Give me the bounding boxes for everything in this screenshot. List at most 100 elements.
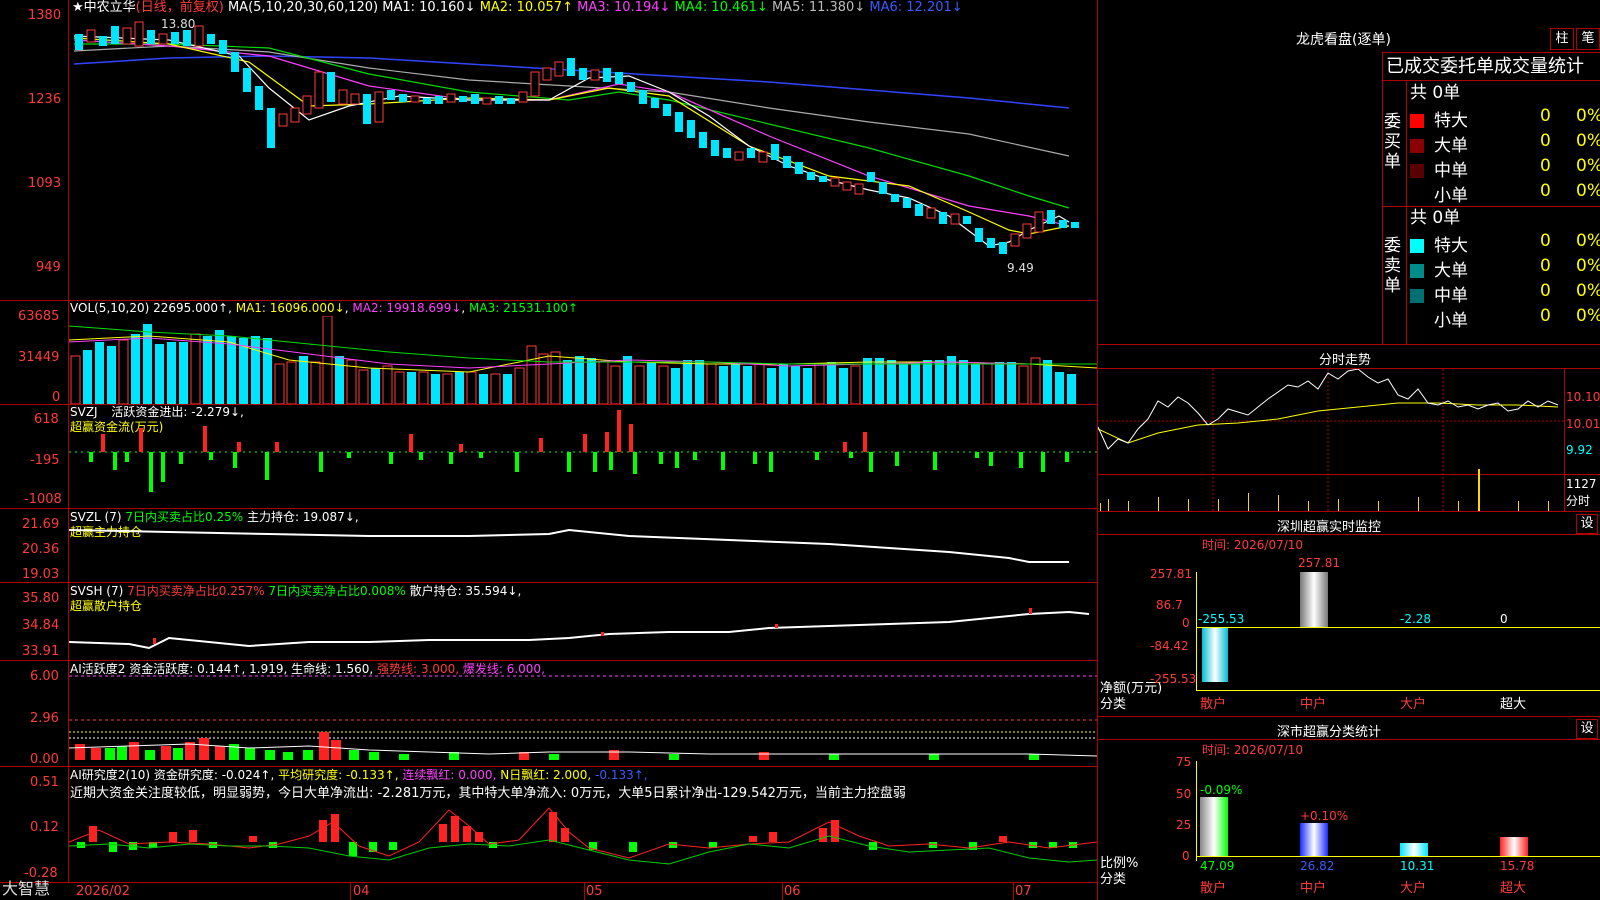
- ai-research-last: -0.133↑,: [595, 768, 648, 782]
- sz-monitor-bar-mid: [1300, 572, 1328, 627]
- sz-stats-tick-2: 50: [1176, 787, 1192, 801]
- buy-side-label: 委买单: [1384, 112, 1401, 172]
- sz-stats-cat-2: 中户: [1300, 881, 1327, 896]
- intraday-chart[interactable]: [1098, 369, 1564, 511]
- lhb-panel: 龙虎看盘(逐单) 柱 笔 已成交委托单成交量统计 委买单 委卖单 共 0单 特大…: [1098, 0, 1600, 344]
- svzj-tick-3: -1008: [24, 492, 62, 507]
- sz-monitor-cat-3: 大户: [1400, 697, 1427, 712]
- sz-stats-settings-button[interactable]: 设: [1576, 719, 1598, 739]
- sz-stats-top-1: -0.09%: [1200, 783, 1243, 797]
- ma1-value: MA1: 10.160↓: [382, 0, 476, 15]
- sell-row-xl: 特大 0 0%: [1410, 231, 1600, 256]
- ma4-value: MA4: 10.461↓: [674, 0, 768, 15]
- sell-row-value: 0: [1540, 306, 1551, 326]
- buy-total: 共 0单: [1410, 83, 1461, 103]
- ai-research-chart[interactable]: [69, 800, 1097, 882]
- s-color-swatch: [1410, 189, 1424, 203]
- vol-header: VOL(5,10,20) 22695.000↑, MA1: 16096.000↓…: [70, 301, 579, 315]
- sz-monitor-bar-retail: [1202, 628, 1228, 682]
- sell-row-label: 小单: [1434, 311, 1468, 331]
- sz-stats-bar-xl: [1500, 837, 1528, 856]
- vol-tick-1: 63685: [18, 309, 60, 324]
- price-tick-4: 949: [36, 260, 61, 275]
- pen-toggle-button[interactable]: 笔: [1576, 28, 1600, 50]
- sell-row-label: 特大: [1434, 236, 1468, 256]
- buy-row-s: 小单 0 0%: [1410, 181, 1600, 206]
- svzl-tick-1: 21.69: [22, 517, 60, 532]
- ai-active-tick-1: 6.00: [30, 669, 59, 684]
- buy-row-value: 0: [1540, 181, 1551, 201]
- intraday-vol-tick: 1127: [1566, 477, 1597, 491]
- sell-total: 共 0单: [1410, 208, 1461, 228]
- price-chart[interactable]: 13.80 9.49: [69, 16, 1097, 300]
- intraday-tick-3: 9.92: [1566, 443, 1593, 457]
- intraday-title: 分时走势: [1319, 353, 1372, 368]
- ma5-value: MA5: 11.380↓: [771, 0, 866, 15]
- brand-label: 大智慧: [2, 879, 51, 898]
- intraday-panel[interactable]: 分时走势 10.10 10.01 9.92 1127 分时: [1098, 345, 1600, 512]
- vol-ma2: MA2: 19918.699↓: [352, 301, 462, 315]
- sz-monitor-val-4: 0: [1500, 612, 1508, 626]
- sz-stats-bar-large: [1400, 843, 1428, 856]
- sz-stats-unit1: 比例%: [1100, 856, 1139, 871]
- svsh-tick-3: 33.91: [22, 644, 60, 659]
- sz-monitor-settings-button[interactable]: 设: [1576, 514, 1598, 534]
- lhb-title: 龙虎看盘(逐单): [1296, 32, 1391, 48]
- svsh-tick-2: 34.84: [22, 618, 60, 633]
- sell-row-value: 0: [1540, 256, 1551, 276]
- sell-row-label: 中单: [1434, 286, 1468, 306]
- low-mark: 9.49: [1007, 261, 1034, 275]
- ai-research-label: AI研究度2(10): [70, 768, 151, 782]
- buy-row-l: 大单 0 0%: [1410, 131, 1600, 156]
- buy-row-value: 0: [1540, 106, 1551, 126]
- sz-monitor-tick-1: 257.81: [1150, 567, 1192, 581]
- sz-stats-tick-1: 75: [1176, 755, 1192, 769]
- svsh-chart[interactable]: [69, 586, 1097, 660]
- ai-research-summary: 近期大资金关注度较低，明显弱势，今日大单净流出: -2.281万元，其中特大单净…: [70, 786, 906, 801]
- sz-stats-cat-3: 大户: [1400, 881, 1427, 896]
- price-tick-2: 1236: [28, 92, 62, 107]
- buy-row-pct: 0%: [1576, 131, 1600, 151]
- sz-monitor-val-3: -2.28: [1400, 612, 1432, 626]
- buy-row-label: 大单: [1434, 136, 1468, 156]
- xl-color-swatch: [1410, 114, 1424, 128]
- ai-research-tick-2: 0.12: [30, 820, 59, 835]
- sz-stats-unit2: 分类: [1100, 872, 1127, 887]
- svzl-tick-2: 20.36: [22, 542, 60, 557]
- svzj-chart[interactable]: [69, 408, 1097, 508]
- sz-stats-val-1: 47.09: [1200, 859, 1235, 873]
- x-label-2: 04: [353, 884, 370, 899]
- buy-row-value: 0: [1540, 156, 1551, 176]
- sz-stats-title: 深市超赢分类统计: [1277, 725, 1382, 740]
- vol-value: 22695.000↑: [153, 301, 229, 315]
- l-color-swatch: [1410, 264, 1424, 278]
- ai-active-chart[interactable]: [69, 664, 1097, 766]
- sz-monitor-top: 257.81: [1298, 556, 1340, 570]
- svsh-tick-1: 35.80: [22, 591, 60, 606]
- svzj-tick-1: 618: [34, 412, 59, 427]
- sell-row-pct: 0%: [1576, 256, 1600, 276]
- sz-stats-val-3: 10.31: [1400, 859, 1435, 873]
- s-color-swatch: [1410, 314, 1424, 328]
- buy-row-xl: 特大 0 0%: [1410, 106, 1600, 131]
- volume-chart[interactable]: [69, 316, 1097, 404]
- buy-row-pct: 0%: [1576, 181, 1600, 201]
- ai-research-fund: 资金研究度: -0.024↑,: [153, 768, 275, 782]
- bar-toggle-button[interactable]: 柱: [1550, 28, 1574, 50]
- main-chart-area[interactable]: ★中农立华(日线，前复权) MA(5,10,20,30,60,120) MA1:…: [0, 0, 1098, 900]
- x-label-5: 07: [1015, 884, 1032, 899]
- vol-tick-3: 0: [52, 390, 61, 405]
- ma2-value: MA2: 10.057↑: [479, 0, 573, 15]
- x-label-4: 06: [784, 884, 801, 899]
- ai-active-tick-3: 0.00: [30, 752, 59, 767]
- sell-side-label: 委卖单: [1384, 236, 1401, 296]
- buy-row-value: 0: [1540, 131, 1551, 151]
- sz-stats-bar-retail: [1200, 797, 1228, 856]
- price-tick-3: 1093: [28, 176, 62, 191]
- vol-tick-2: 31449: [18, 350, 60, 365]
- sz-stats-top-2: +0.10%: [1300, 809, 1349, 823]
- sz-monitor-val-1: -255.53: [1198, 612, 1245, 626]
- buy-row-label: 中单: [1434, 161, 1468, 181]
- svzl-chart[interactable]: [69, 512, 1097, 582]
- x-label-3: 05: [586, 884, 603, 899]
